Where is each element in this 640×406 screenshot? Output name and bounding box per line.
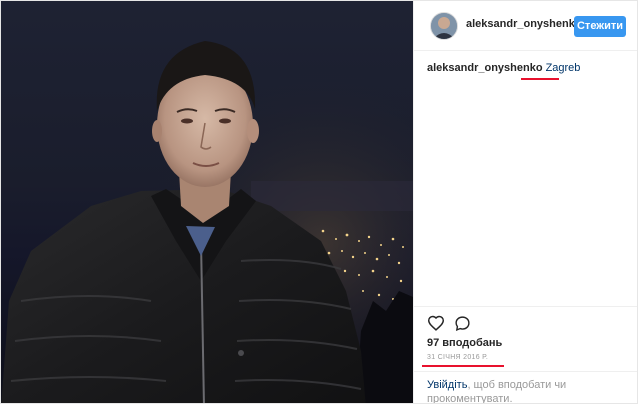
heart-icon[interactable] bbox=[427, 315, 445, 336]
avatar-image bbox=[431, 13, 457, 39]
likes-count[interactable]: 97 вподобань bbox=[427, 337, 502, 349]
caption-location[interactable]: Zagreb bbox=[546, 62, 581, 74]
photo-image bbox=[1, 1, 413, 403]
post-actions: 97 вподобань 31 СІЧНЯ 2016 Р. Увійдіть, … bbox=[414, 306, 637, 403]
post-header: aleksandr_onyshenko Стежити bbox=[414, 1, 637, 51]
caption-username[interactable]: aleksandr_onyshenko bbox=[427, 62, 543, 74]
header-username[interactable]: aleksandr_onyshenko bbox=[466, 18, 582, 30]
login-link[interactable]: Увійдіть bbox=[427, 379, 467, 391]
post-date: 31 СІЧНЯ 2016 Р. bbox=[427, 354, 489, 361]
caption: aleksandr_onyshenko Zagreb bbox=[427, 62, 580, 74]
post-sidebar: aleksandr_onyshenko Стежити aleksandr_on… bbox=[413, 1, 637, 403]
comment-icon[interactable] bbox=[454, 315, 471, 337]
red-annotation-underline-date bbox=[422, 365, 504, 367]
follow-button[interactable]: Стежити bbox=[574, 16, 626, 37]
avatar[interactable] bbox=[430, 12, 458, 40]
red-annotation-underline bbox=[521, 78, 559, 80]
post-frame: aleksandr_onyshenko Стежити aleksandr_on… bbox=[0, 0, 638, 404]
post-photo[interactable] bbox=[1, 1, 413, 403]
login-prompt: Увійдіть, щоб вподобати чи прокоментуват… bbox=[427, 378, 617, 403]
divider bbox=[414, 371, 637, 372]
